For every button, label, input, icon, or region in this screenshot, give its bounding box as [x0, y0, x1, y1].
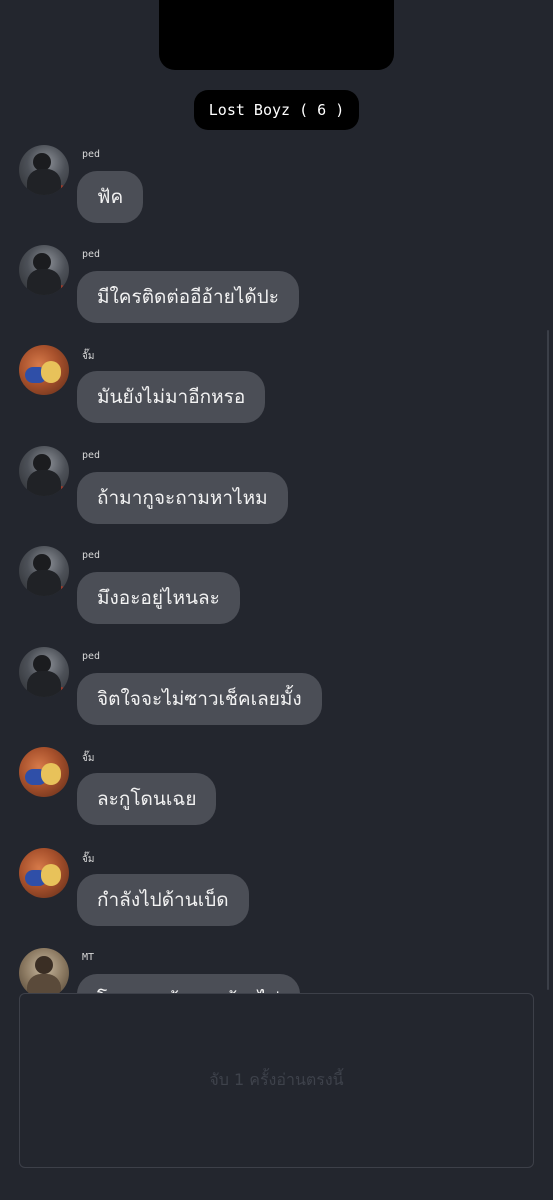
- message-item: จั๊ม มันยังไม่มาอีกหรอ: [0, 345, 553, 445]
- avatar[interactable]: [19, 145, 69, 195]
- group-title-pill[interactable]: Lost Boyz ( 6 ): [194, 90, 359, 130]
- message-item: ped มึงอะอยู่ไหนละ: [0, 546, 553, 646]
- avatar[interactable]: [19, 948, 69, 993]
- message-item: MT โดนของค้างคนพ้องไม่: [0, 948, 553, 993]
- sender-name: จั๊ม: [82, 753, 95, 764]
- sender-name: จั๊ม: [82, 351, 95, 362]
- message-item: ped ถ้ามากูจะถามหาไหม: [0, 446, 553, 546]
- sender-name: จั๊ม: [82, 854, 95, 865]
- avatar[interactable]: [19, 647, 69, 697]
- message-bubble[interactable]: ละกูโดนเฉย: [77, 773, 217, 825]
- avatar[interactable]: [19, 848, 69, 898]
- group-title: Lost Boyz ( 6 ): [208, 101, 345, 119]
- message-item: จั๊ม กำลังไปด้านเบ็ด: [0, 848, 553, 948]
- chat-scrollbar[interactable]: [547, 330, 549, 990]
- sender-name: ped: [82, 651, 101, 662]
- message-bubble[interactable]: ฟัค: [77, 171, 144, 223]
- message-item: จั๊ม ละกูโดนเฉย: [0, 747, 553, 847]
- avatar[interactable]: [19, 446, 69, 496]
- sender-name: MT: [82, 952, 95, 963]
- message-composer[interactable]: จับ 1 ครั้งอ่านตรงนี้: [19, 993, 534, 1168]
- sender-name: ped: [82, 550, 101, 561]
- sender-name: ped: [82, 450, 101, 461]
- message-bubble[interactable]: กำลังไปด้านเบ็ด: [77, 874, 249, 926]
- avatar[interactable]: [19, 245, 69, 295]
- message-item: ped ฟัค: [0, 145, 553, 245]
- sender-name: ped: [82, 249, 101, 260]
- chat-message-list[interactable]: Lost Boyz ( 6 ) ped ฟัค ped มีใครติดต่ออ…: [0, 0, 553, 993]
- message-bubble[interactable]: มันยังไม่มาอีกหรอ: [77, 371, 266, 423]
- avatar[interactable]: [19, 546, 69, 596]
- message-bubble[interactable]: มีใครติดต่ออีอ้ายได้ปะ: [77, 271, 299, 323]
- message-bubble[interactable]: มึงอะอยู่ไหนละ: [77, 572, 240, 624]
- message-bubble[interactable]: ถ้ามากูจะถามหาไหม: [77, 472, 288, 524]
- sender-name: ped: [82, 149, 101, 160]
- message-item: ped มีใครติดต่ออีอ้ายได้ปะ: [0, 245, 553, 345]
- composer-placeholder: จับ 1 ครั้งอ่านตรงนี้: [209, 1070, 344, 1089]
- avatar[interactable]: [19, 345, 69, 395]
- message-bubble[interactable]: จิตใจจะไม่ซาวเช็คเลยมั้ง: [77, 673, 322, 725]
- avatar[interactable]: [19, 747, 69, 797]
- message-item: ped จิตใจจะไม่ซาวเช็คเลยมั้ง: [0, 647, 553, 747]
- message-bubble[interactable]: โดนของค้างคนพ้องไม่: [77, 974, 300, 993]
